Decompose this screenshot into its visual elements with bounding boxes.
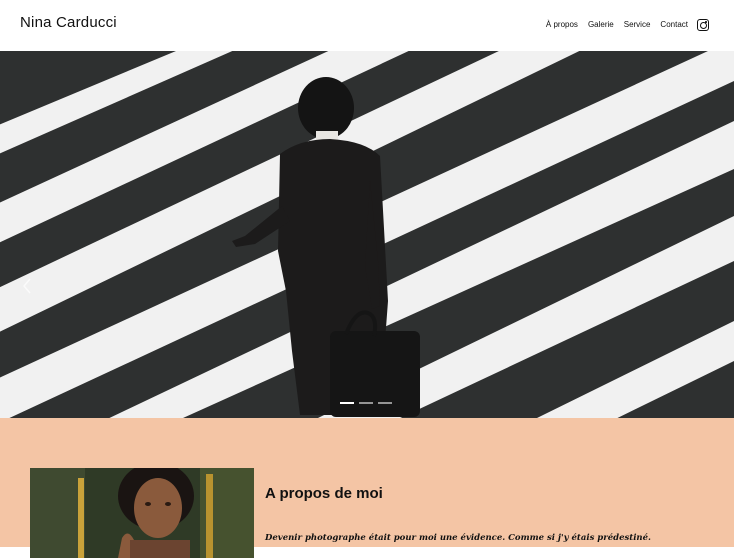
about-quote: Devenir photographe était pour moi une é… bbox=[265, 533, 651, 543]
instagram-icon[interactable] bbox=[697, 19, 709, 31]
carousel-dot-1[interactable] bbox=[340, 402, 354, 404]
carousel-dot-3[interactable] bbox=[378, 402, 392, 404]
chevron-left-icon[interactable] bbox=[22, 278, 32, 294]
site-title[interactable]: Nina Carducci bbox=[20, 14, 117, 31]
about-section: A propos de moi Devenir photographe étai… bbox=[0, 418, 734, 558]
main-nav: À propos Galerie Service Contact bbox=[546, 20, 688, 29]
site-header: Nina Carducci À propos Galerie Service C… bbox=[0, 0, 734, 51]
nav-item-contact[interactable]: Contact bbox=[660, 20, 688, 29]
nav-item-galerie[interactable]: Galerie bbox=[588, 20, 614, 29]
hero-image bbox=[0, 51, 734, 418]
nav-item-service[interactable]: Service bbox=[624, 20, 651, 29]
nav-item-a-propos[interactable]: À propos bbox=[546, 20, 578, 29]
hero-carousel bbox=[0, 51, 734, 418]
carousel-dot-2[interactable] bbox=[359, 402, 373, 404]
portrait-image bbox=[30, 468, 254, 558]
about-title: A propos de moi bbox=[265, 485, 383, 502]
carousel-indicators bbox=[340, 402, 392, 404]
